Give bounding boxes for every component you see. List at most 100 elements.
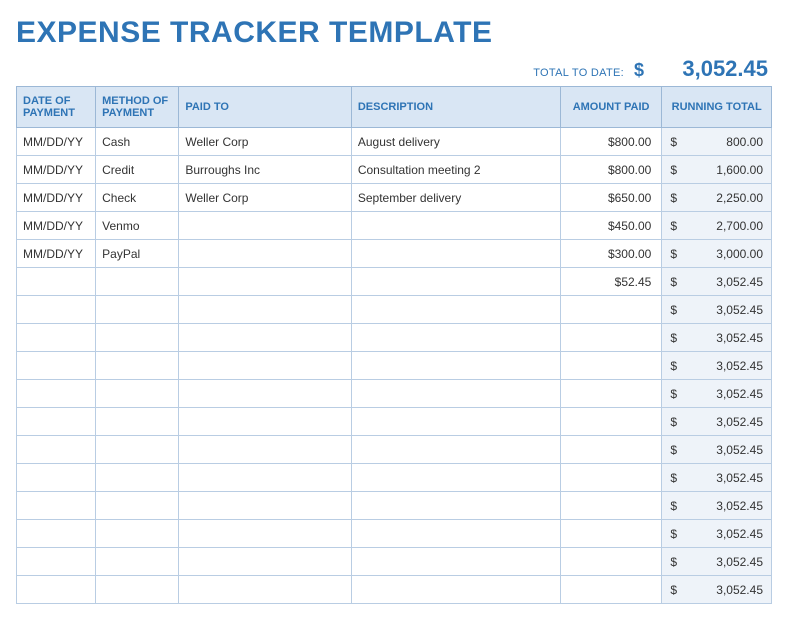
cell-date[interactable]	[17, 520, 96, 548]
cell-date[interactable]	[17, 352, 96, 380]
cell-paidto[interactable]	[179, 492, 352, 520]
cell-date[interactable]	[17, 464, 96, 492]
cell-desc[interactable]: September delivery	[351, 184, 560, 212]
cell-method[interactable]	[96, 548, 179, 576]
cell-amount[interactable]: $52.45	[560, 268, 661, 296]
cell-amount[interactable]	[560, 296, 661, 324]
cell-date[interactable]	[17, 408, 96, 436]
cell-running: $2,250.00	[662, 184, 772, 212]
cell-amount[interactable]	[560, 408, 661, 436]
cell-method[interactable]	[96, 464, 179, 492]
running-value: 1,600.00	[716, 163, 763, 177]
cell-paidto[interactable]	[179, 520, 352, 548]
cell-date[interactable]: MM/DD/YY	[17, 128, 96, 156]
cell-paidto[interactable]	[179, 268, 352, 296]
cell-date[interactable]	[17, 576, 96, 604]
cell-method[interactable]	[96, 492, 179, 520]
cell-method[interactable]: Credit	[96, 156, 179, 184]
cell-paidto[interactable]	[179, 212, 352, 240]
currency-icon: $	[634, 60, 648, 81]
cell-desc[interactable]: August delivery	[351, 128, 560, 156]
cell-paidto[interactable]	[179, 296, 352, 324]
cell-paidto[interactable]: Weller Corp	[179, 128, 352, 156]
cell-date[interactable]	[17, 436, 96, 464]
table-row: $3,052.45	[17, 408, 772, 436]
cell-amount[interactable]	[560, 436, 661, 464]
running-value: 2,250.00	[716, 191, 763, 205]
cell-desc[interactable]	[351, 352, 560, 380]
cell-date[interactable]	[17, 324, 96, 352]
cell-desc[interactable]	[351, 380, 560, 408]
cell-desc[interactable]: Consultation meeting 2	[351, 156, 560, 184]
cell-date[interactable]: MM/DD/YY	[17, 184, 96, 212]
cell-amount[interactable]: $450.00	[560, 212, 661, 240]
cell-paidto[interactable]	[179, 548, 352, 576]
cell-method[interactable]	[96, 352, 179, 380]
cell-date[interactable]	[17, 492, 96, 520]
total-value: 3,052.45	[658, 56, 768, 82]
cell-amount[interactable]	[560, 464, 661, 492]
cell-desc[interactable]	[351, 408, 560, 436]
cell-date[interactable]: MM/DD/YY	[17, 240, 96, 268]
cell-method[interactable]	[96, 380, 179, 408]
cell-method[interactable]	[96, 324, 179, 352]
cell-desc[interactable]	[351, 268, 560, 296]
cell-paidto[interactable]: Burroughs Inc	[179, 156, 352, 184]
cell-amount[interactable]	[560, 492, 661, 520]
cell-amount[interactable]: $800.00	[560, 156, 661, 184]
cell-desc[interactable]	[351, 464, 560, 492]
cell-paidto[interactable]	[179, 436, 352, 464]
cell-amount[interactable]: $300.00	[560, 240, 661, 268]
running-value: 3,052.45	[716, 387, 763, 401]
cell-paidto[interactable]	[179, 380, 352, 408]
cell-paidto[interactable]: Weller Corp	[179, 184, 352, 212]
cell-desc[interactable]	[351, 212, 560, 240]
table-row: $3,052.45	[17, 576, 772, 604]
table-row: $3,052.45	[17, 352, 772, 380]
cell-paidto[interactable]	[179, 240, 352, 268]
cell-method[interactable]	[96, 296, 179, 324]
cell-amount[interactable]	[560, 520, 661, 548]
cell-desc[interactable]	[351, 240, 560, 268]
cell-date[interactable]	[17, 380, 96, 408]
cell-date[interactable]	[17, 268, 96, 296]
currency-icon: $	[670, 471, 677, 485]
cell-method[interactable]	[96, 408, 179, 436]
cell-method[interactable]	[96, 520, 179, 548]
cell-amount[interactable]	[560, 380, 661, 408]
cell-date[interactable]	[17, 296, 96, 324]
cell-running: $3,052.45	[662, 380, 772, 408]
cell-method[interactable]: Venmo	[96, 212, 179, 240]
cell-method[interactable]: Check	[96, 184, 179, 212]
cell-method[interactable]	[96, 576, 179, 604]
cell-method[interactable]	[96, 268, 179, 296]
cell-amount[interactable]	[560, 576, 661, 604]
cell-amount[interactable]: $800.00	[560, 128, 661, 156]
cell-desc[interactable]	[351, 548, 560, 576]
col-running: RUNNING TOTAL	[662, 87, 772, 128]
cell-method[interactable]: PayPal	[96, 240, 179, 268]
cell-desc[interactable]	[351, 324, 560, 352]
cell-method[interactable]	[96, 436, 179, 464]
cell-paidto[interactable]	[179, 408, 352, 436]
cell-paidto[interactable]	[179, 324, 352, 352]
cell-desc[interactable]	[351, 492, 560, 520]
cell-date[interactable]: MM/DD/YY	[17, 156, 96, 184]
cell-desc[interactable]	[351, 576, 560, 604]
running-value: 3,000.00	[716, 247, 763, 261]
cell-amount[interactable]	[560, 548, 661, 576]
cell-amount[interactable]	[560, 324, 661, 352]
running-value: 3,052.45	[716, 555, 763, 569]
cell-paidto[interactable]	[179, 576, 352, 604]
cell-paidto[interactable]	[179, 352, 352, 380]
cell-paidto[interactable]	[179, 464, 352, 492]
cell-desc[interactable]	[351, 436, 560, 464]
cell-amount[interactable]: $650.00	[560, 184, 661, 212]
cell-desc[interactable]	[351, 296, 560, 324]
cell-running: $3,052.45	[662, 436, 772, 464]
cell-date[interactable]	[17, 548, 96, 576]
cell-date[interactable]: MM/DD/YY	[17, 212, 96, 240]
cell-method[interactable]: Cash	[96, 128, 179, 156]
cell-desc[interactable]	[351, 520, 560, 548]
cell-amount[interactable]	[560, 352, 661, 380]
